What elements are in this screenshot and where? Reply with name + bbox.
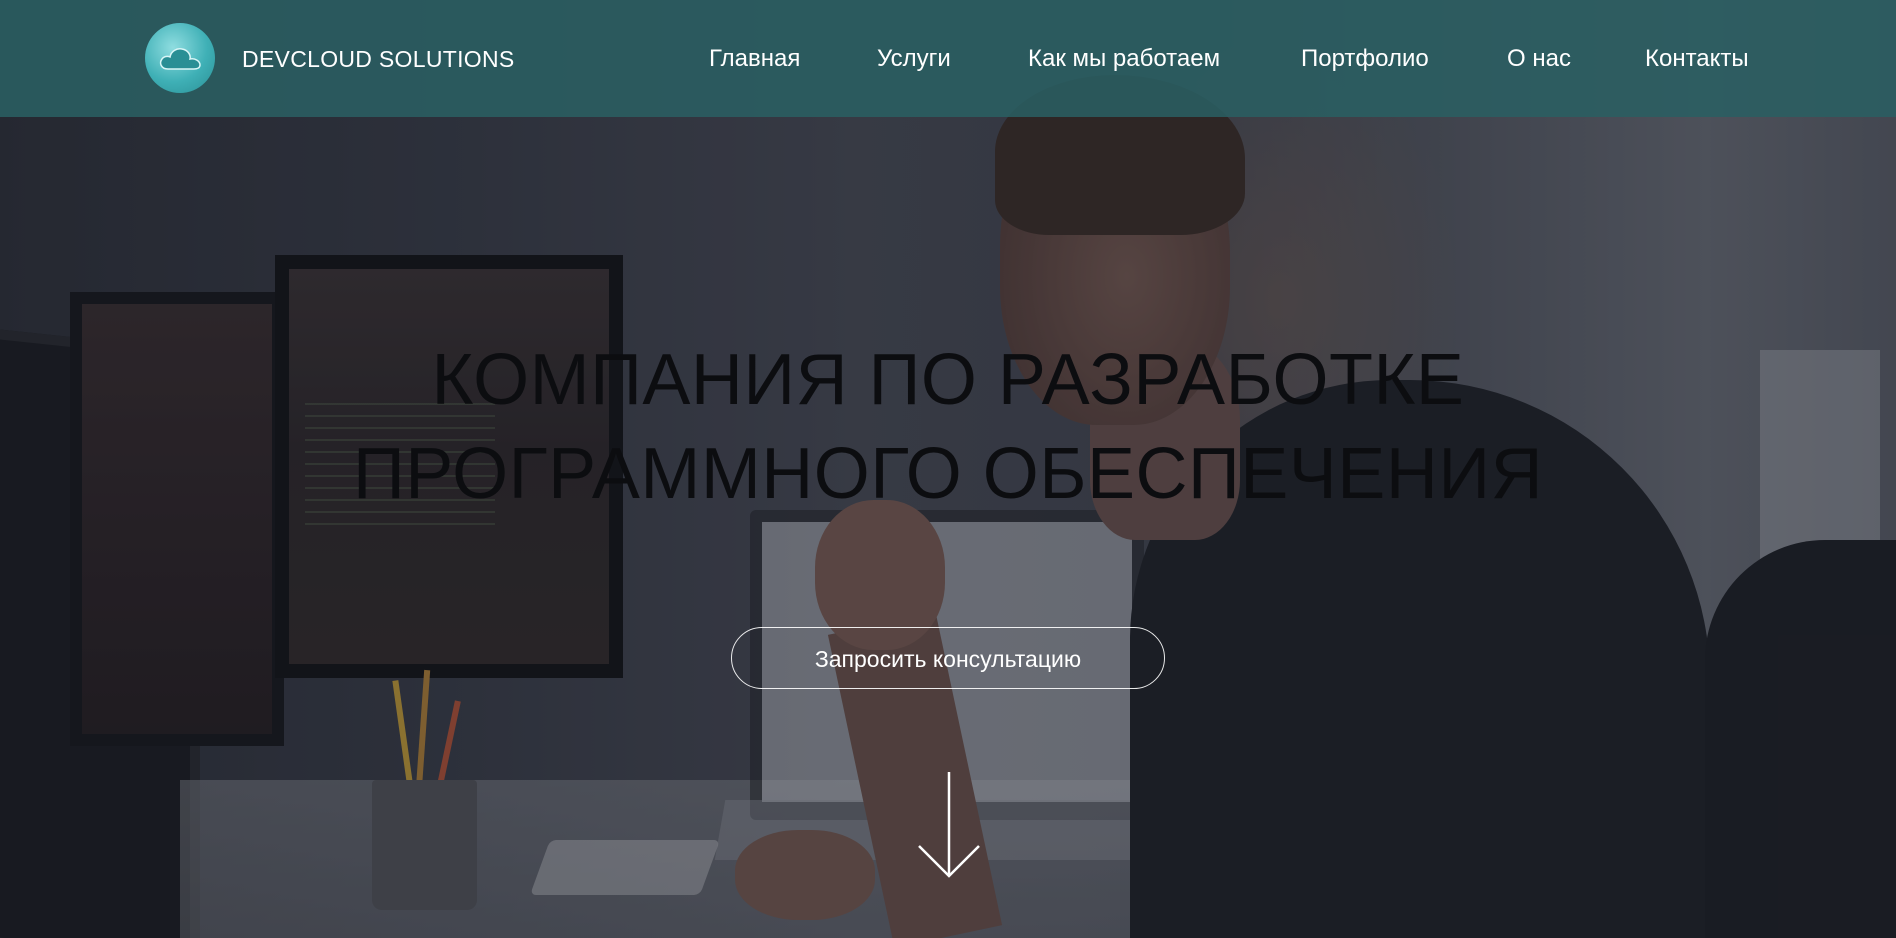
- top-navbar: DEVCLOUD SOLUTIONS Главная Услуги Как мы…: [0, 0, 1896, 117]
- nav-item-services[interactable]: Услуги: [877, 45, 951, 73]
- nav-item-about[interactable]: О нас: [1507, 45, 1571, 73]
- scroll-down-button[interactable]: [916, 770, 982, 880]
- hero-title: КОМПАНИЯ ПО РАЗРАБОТКЕ ПРОГРАММНОГО ОБЕС…: [248, 333, 1648, 521]
- hero-title-line-2: ПРОГРАММНОГО ОБЕСПЕЧЕНИЯ: [352, 434, 1544, 515]
- arrow-down-icon: [918, 772, 980, 878]
- nav-item-home[interactable]: Главная: [709, 45, 800, 73]
- hero-title-line-1: КОМПАНИЯ ПО РАЗРАБОТКЕ: [431, 340, 1465, 421]
- nav-item-portfolio[interactable]: Портфолио: [1301, 45, 1429, 73]
- nav-item-how-we-work[interactable]: Как мы работаем: [1028, 45, 1220, 73]
- request-consultation-button[interactable]: Запросить консультацию: [731, 627, 1165, 689]
- nav-item-contacts[interactable]: Контакты: [1645, 45, 1749, 73]
- main-nav: Главная Услуги Как мы работаем Портфолио…: [0, 45, 1896, 75]
